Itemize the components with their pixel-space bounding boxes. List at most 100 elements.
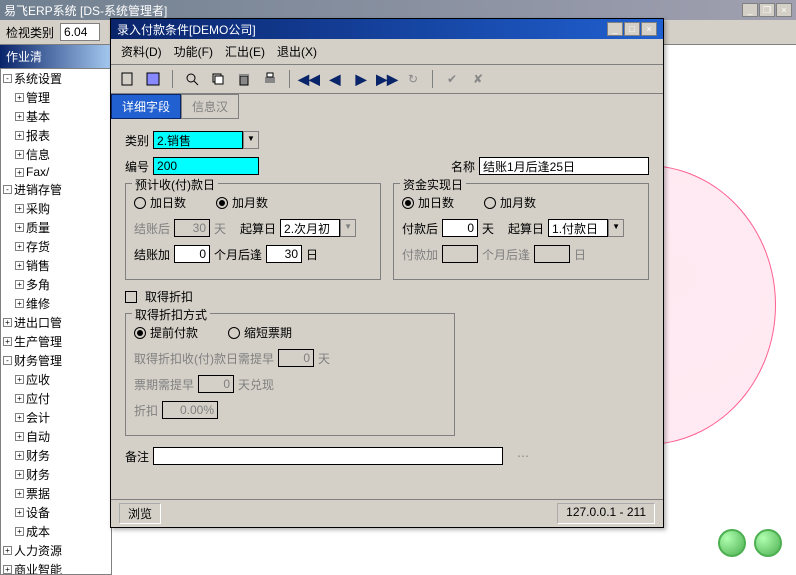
search-icon[interactable] [182,69,202,89]
category-input[interactable] [153,131,243,149]
cancel-icon[interactable]: ✘ [468,69,488,89]
dialog-title-bar[interactable]: 录入付款条件[DEMO公司] _ □ × [111,19,663,39]
discount-checkbox[interactable] [125,291,137,303]
expand-icon[interactable]: + [15,470,24,479]
first-icon[interactable]: ◀◀ [299,69,319,89]
confirm-icon[interactable]: ✔ [442,69,462,89]
expand-icon[interactable]: - [3,74,12,83]
tree-node[interactable]: 基本 [26,108,50,125]
new-icon[interactable] [117,69,137,89]
expand-icon[interactable]: + [15,204,24,213]
menu-function[interactable]: 功能(F) [170,42,217,61]
remark-input[interactable] [153,447,503,465]
tree-node[interactable]: 财务管理 [14,352,62,369]
dialog-maximize-button[interactable]: □ [624,22,640,36]
tree-node[interactable]: 维修 [26,295,50,312]
tree-node[interactable]: 报表 [26,127,50,144]
menu-exit[interactable]: 退出(X) [273,42,321,61]
expand-icon[interactable]: + [15,93,24,102]
copy-icon[interactable] [208,69,228,89]
name-input[interactable] [479,157,649,175]
dialog-close-button[interactable]: × [641,22,657,36]
tree-node[interactable]: 应收 [26,371,50,388]
cash-start-day-combo[interactable] [548,219,608,237]
expand-icon[interactable]: + [15,112,24,121]
menu-export[interactable]: 汇出(E) [221,42,269,61]
expand-icon[interactable]: + [15,375,24,384]
expand-icon[interactable]: + [3,337,12,346]
maximize-button[interactable]: ❐ [759,3,775,17]
tree-node[interactable]: 自动 [26,428,50,445]
expand-icon[interactable]: + [15,150,24,159]
cash-start-day-dropdown-button[interactable]: ▼ [608,219,624,237]
minimize-button[interactable]: _ [742,3,758,17]
settle-add-input[interactable] [174,245,210,263]
prev-icon[interactable]: ◀ [325,69,345,89]
months-after-day-input[interactable] [266,245,302,263]
float-button-2[interactable] [754,529,782,557]
tree-node[interactable]: 采购 [26,200,50,217]
expand-icon[interactable]: + [15,413,24,422]
radio-add-months[interactable] [216,197,228,209]
expand-icon[interactable]: + [3,565,12,574]
tree-view[interactable]: -系统设置 +管理 +基本 +报表 +信息 +Fax/ -进销存管 +采购 +质… [0,68,112,575]
tree-node[interactable]: 进出口管 [14,314,62,331]
tree-node[interactable]: 进销存管 [14,181,62,198]
radio-add-days[interactable] [134,197,146,209]
expand-icon[interactable]: + [15,223,24,232]
tab-info[interactable]: 信息汉 [181,94,239,119]
print-icon[interactable] [260,69,280,89]
radio-cash-add-days[interactable] [402,197,414,209]
tree-node[interactable]: 管理 [26,89,50,106]
expand-icon[interactable]: + [15,432,24,441]
last-icon[interactable]: ▶▶ [377,69,397,89]
refresh-icon[interactable]: ↻ [403,69,423,89]
expand-icon[interactable]: + [15,394,24,403]
tree-node[interactable]: 票据 [26,485,50,502]
tree-node[interactable]: 商业智能 [14,561,62,575]
radio-cash-add-months[interactable] [484,197,496,209]
expand-icon[interactable]: + [15,489,24,498]
tree-node[interactable]: 设备 [26,504,50,521]
tree-node[interactable]: 多角 [26,276,50,293]
expand-icon[interactable]: + [15,280,24,289]
expand-icon[interactable]: + [15,261,24,270]
tree-node[interactable]: 信息 [26,146,50,163]
tree-node[interactable]: 财务 [26,466,50,483]
expand-icon[interactable]: + [15,508,24,517]
tree-node[interactable]: 财务 [26,447,50,464]
tree-node[interactable]: 成本 [26,523,50,540]
code-input[interactable] [153,157,259,175]
tree-node[interactable]: 会计 [26,409,50,426]
category-dropdown-button[interactable]: ▼ [243,131,259,149]
close-button[interactable]: × [776,3,792,17]
save-icon[interactable] [143,69,163,89]
tree-node[interactable]: 人力资源 [14,542,62,559]
expand-icon[interactable]: - [3,185,12,194]
expand-icon[interactable]: + [15,131,24,140]
expand-icon[interactable]: + [3,318,12,327]
expand-icon[interactable]: + [15,527,24,536]
expand-icon[interactable]: + [15,299,24,308]
next-icon[interactable]: ▶ [351,69,371,89]
tree-node[interactable]: 质量 [26,219,50,236]
view-type-input[interactable] [60,23,100,41]
start-day-dropdown-button[interactable]: ▼ [340,219,356,237]
tree-node[interactable]: 系统设置 [14,70,62,87]
tab-detail[interactable]: 详细字段 [111,94,181,119]
expand-icon[interactable]: + [15,242,24,251]
expand-icon[interactable]: + [15,168,24,177]
radio-prepay[interactable] [134,327,146,339]
delete-icon[interactable] [234,69,254,89]
radio-shorten[interactable] [228,327,240,339]
tree-node[interactable]: 生产管理 [14,333,62,350]
expand-icon[interactable]: - [3,356,12,365]
expand-icon[interactable]: + [3,546,12,555]
pay-after-input[interactable] [442,219,478,237]
remark-lookup-icon[interactable]: ⋯ [513,446,533,466]
start-day-combo[interactable] [280,219,340,237]
dialog-minimize-button[interactable]: _ [607,22,623,36]
tree-node[interactable]: 应付 [26,390,50,407]
tree-node[interactable]: 销售 [26,257,50,274]
expand-icon[interactable]: + [15,451,24,460]
